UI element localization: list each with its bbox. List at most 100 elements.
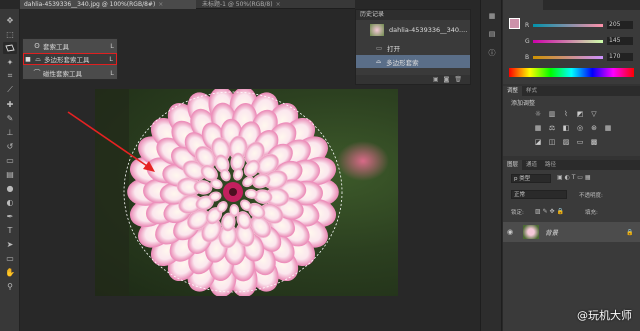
close-icon[interactable]: ×: [158, 1, 163, 8]
channel-label: R: [525, 21, 530, 29]
blend-mode-select[interactable]: 正常: [511, 190, 567, 199]
layers-tabs: 图层 通道 路径: [503, 160, 640, 170]
gradient-map-icon[interactable]: ▭: [575, 138, 585, 147]
selective-color-icon[interactable]: ▩: [589, 138, 599, 147]
bw-icon[interactable]: ◧: [561, 124, 571, 133]
blur-icon[interactable]: ●: [3, 182, 17, 194]
channel-value[interactable]: 205: [607, 21, 633, 29]
brightness-icon[interactable]: ☼: [533, 110, 543, 119]
crop-icon[interactable]: ⌗: [3, 70, 17, 82]
adjustments-panel: 调整 样式 添加调整 ☼ ▥ ⌇ ◩ ▽ ▦ ⚖ ◧ ◎ ⊛ ▦ ◪ ◫ ▨ ▭…: [503, 86, 640, 156]
lock-icons[interactable]: ▨ ✎ ✥ 🔒: [535, 208, 564, 215]
dahlia-image: [95, 89, 389, 296]
pen-icon[interactable]: ✒: [3, 210, 17, 222]
layer-row-background[interactable]: ◉ 背景 🔒: [503, 222, 640, 242]
brush-icon[interactable]: ✎: [3, 112, 17, 124]
mixer-icon[interactable]: ⊛: [589, 124, 599, 133]
petal: [244, 188, 258, 199]
lasso-icon[interactable]: [3, 42, 17, 54]
eye-icon[interactable]: ◉: [503, 228, 517, 236]
history-row-open[interactable]: ▭ 打开: [356, 41, 470, 54]
posterize-icon[interactable]: ◫: [547, 138, 557, 147]
marquee-icon[interactable]: ⬚: [3, 28, 17, 40]
slider-track[interactable]: [533, 55, 603, 59]
fill-label: 填充:: [585, 210, 598, 216]
camera-icon[interactable]: ◙: [444, 76, 450, 83]
layer-name: 背景: [545, 229, 558, 237]
slider-r[interactable]: R 205: [525, 20, 635, 30]
document-tab-bar: dahlia-4539336__340.jpg @ 100%(RGB/8#) × …: [20, 0, 355, 9]
filter-icons[interactable]: ▣ ◐ T ▭ ▦: [557, 174, 591, 181]
history-label: 打开: [387, 44, 401, 53]
flyout-item-polygonal-lasso[interactable]: ■ ⌓ 多边形套索工具 L: [23, 53, 117, 65]
color-spectrum[interactable]: [509, 68, 634, 77]
history-brush-icon[interactable]: ↺: [3, 140, 17, 152]
curves-icon[interactable]: ⌇: [561, 110, 571, 119]
tab-layers[interactable]: 图层: [503, 160, 523, 170]
hand-icon[interactable]: ✋: [3, 266, 17, 278]
new-document-icon[interactable]: ▣: [433, 76, 439, 83]
hue-icon[interactable]: ▦: [533, 124, 543, 133]
flyout-item-magnetic-lasso[interactable]: ⌒ 磁性套索工具 L: [23, 67, 117, 79]
trash-icon[interactable]: 🗑: [454, 76, 462, 83]
flyout-label: 多边形套索工具: [44, 56, 90, 64]
tab-dahlia[interactable]: dahlia-4539336__340.jpg @ 100%(RGB/8#) ×: [20, 0, 196, 9]
flower-core: [229, 188, 237, 196]
history-panel-title: 历史记录: [356, 10, 470, 20]
move-icon[interactable]: ✥: [3, 14, 17, 26]
channel-value[interactable]: 170: [607, 53, 633, 61]
history-footer: ▣ ◙ 🗑: [356, 75, 470, 84]
eraser-icon[interactable]: ▭: [3, 154, 17, 166]
zoom-icon[interactable]: ⚲: [3, 280, 17, 292]
tab-untitled[interactable]: 未标题-1 @ 50%(RGB/8) ×: [198, 0, 294, 9]
threshold-icon[interactable]: ▨: [561, 138, 571, 147]
exposure-icon[interactable]: ◩: [575, 110, 585, 119]
snapshot-label: dahlia-4539336__340....: [389, 26, 468, 34]
eyedropper-icon[interactable]: ⟋: [3, 84, 17, 96]
history-row-polygonal-lasso[interactable]: ⌓ 多边形套索: [356, 55, 470, 68]
tab-adjustments[interactable]: 调整: [503, 86, 523, 96]
panel-icon-strip: ▦ ▤ ⓘ: [480, 0, 502, 331]
foreground-swatch[interactable]: [509, 18, 520, 29]
info-icon[interactable]: ⓘ: [485, 48, 499, 60]
layer-thumbnail: [523, 225, 539, 239]
magnetic-lasso-icon: ⌒: [33, 69, 41, 77]
history-snapshot[interactable]: dahlia-4539336__340....: [356, 21, 470, 39]
levels-icon[interactable]: ▥: [547, 110, 557, 119]
gradient-icon[interactable]: ▤: [3, 168, 17, 180]
lookup-icon[interactable]: ▦: [603, 124, 613, 133]
lasso-tool-flyout: ʘ 套索工具 L ■ ⌓ 多边形套索工具 L ⌒ 磁性套索工具 L: [22, 38, 118, 80]
slider-g[interactable]: G 145: [525, 36, 635, 46]
adjustments-title: 添加调整: [511, 100, 536, 107]
layer-kind-filter[interactable]: p 类型: [511, 174, 551, 183]
adjustments-tabs: 调整 样式: [503, 86, 640, 96]
slider-track[interactable]: [533, 39, 603, 43]
tab-label: 未标题-1 @ 50%(RGB/8): [202, 1, 273, 8]
history-panel: 历史记录 dahlia-4539336__340.... ▭ 打开 ⌓ 多边形套…: [355, 9, 471, 85]
tab-paths[interactable]: 路径: [541, 160, 560, 170]
shortcut-key: L: [109, 55, 113, 63]
slider-b[interactable]: B 170: [525, 52, 635, 62]
close-icon[interactable]: ×: [276, 1, 281, 8]
channel-value[interactable]: 145: [607, 37, 633, 45]
stamp-icon[interactable]: ⊥: [3, 126, 17, 138]
balance-icon[interactable]: ⚖: [547, 124, 557, 133]
tab-styles[interactable]: 样式: [522, 86, 541, 96]
properties-icon[interactable]: ▤: [485, 30, 499, 42]
document-canvas[interactable]: [95, 89, 398, 296]
lock-label: 锁定:: [511, 210, 524, 216]
dodge-icon[interactable]: ◐: [3, 196, 17, 208]
flyout-label: 套索工具: [43, 43, 69, 51]
slider-track[interactable]: [533, 23, 603, 27]
shape-icon[interactable]: ▭: [3, 252, 17, 264]
magic-wand-icon[interactable]: ✦: [3, 56, 17, 68]
vibrance-icon[interactable]: ▽: [589, 110, 599, 119]
flyout-item-lasso[interactable]: ʘ 套索工具 L: [23, 40, 117, 52]
tab-channels[interactable]: 通道: [522, 160, 541, 170]
type-icon[interactable]: T: [3, 224, 17, 236]
invert-icon[interactable]: ◪: [533, 138, 543, 147]
photo-filter-icon[interactable]: ◎: [575, 124, 585, 133]
healing-icon[interactable]: ✚: [3, 98, 17, 110]
path-select-icon[interactable]: ➤: [3, 238, 17, 250]
history-panel-icon[interactable]: ▦: [485, 12, 499, 24]
